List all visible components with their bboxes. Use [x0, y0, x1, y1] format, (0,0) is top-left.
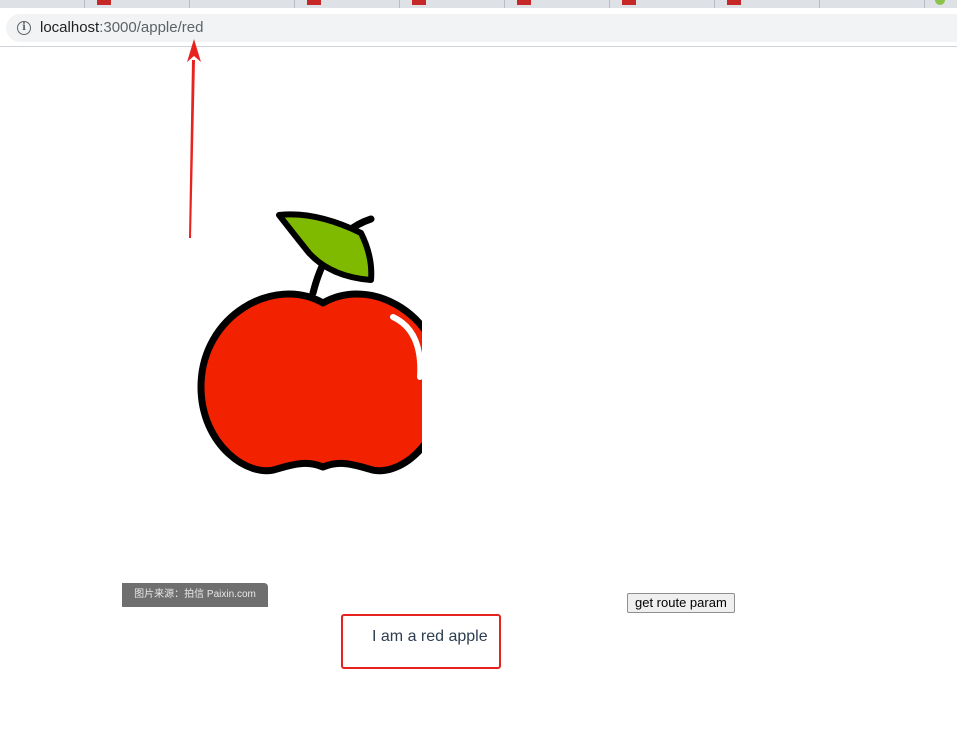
page-content: 图片来源：拍信 Paixin.com get route param I am …	[0, 47, 957, 743]
tab[interactable]	[505, 0, 610, 8]
apple-message: I am a red apple	[372, 628, 488, 645]
favicon-icon	[307, 0, 321, 5]
tab[interactable]	[820, 0, 925, 8]
address-bar[interactable]: i localhost:3000/apple/red	[6, 14, 957, 42]
url-path: :3000/apple/red	[99, 19, 204, 36]
tab[interactable]	[0, 0, 85, 8]
favicon-icon	[97, 0, 111, 5]
get-route-param-button[interactable]: get route param	[627, 593, 735, 613]
tab[interactable]	[610, 0, 715, 8]
info-icon[interactable]: i	[17, 21, 31, 35]
favicon-icon	[935, 0, 945, 5]
tab[interactable]	[190, 0, 295, 8]
tab[interactable]	[715, 0, 820, 8]
tab-strip	[0, 0, 957, 8]
image-watermark: 图片来源：拍信 Paixin.com	[122, 583, 268, 607]
favicon-icon	[517, 0, 531, 5]
tab[interactable]	[400, 0, 505, 8]
url-text[interactable]: localhost:3000/apple/red	[40, 19, 203, 37]
apple-body	[197, 290, 447, 475]
tab[interactable]	[295, 0, 400, 8]
browser-toolbar: i localhost:3000/apple/red	[0, 8, 957, 47]
tab[interactable]	[85, 0, 190, 8]
tab[interactable]	[925, 0, 957, 8]
favicon-icon	[412, 0, 426, 5]
apple-image	[122, 207, 447, 607]
favicon-icon	[622, 0, 636, 5]
url-host: localhost	[40, 19, 100, 36]
favicon-icon	[727, 0, 741, 5]
